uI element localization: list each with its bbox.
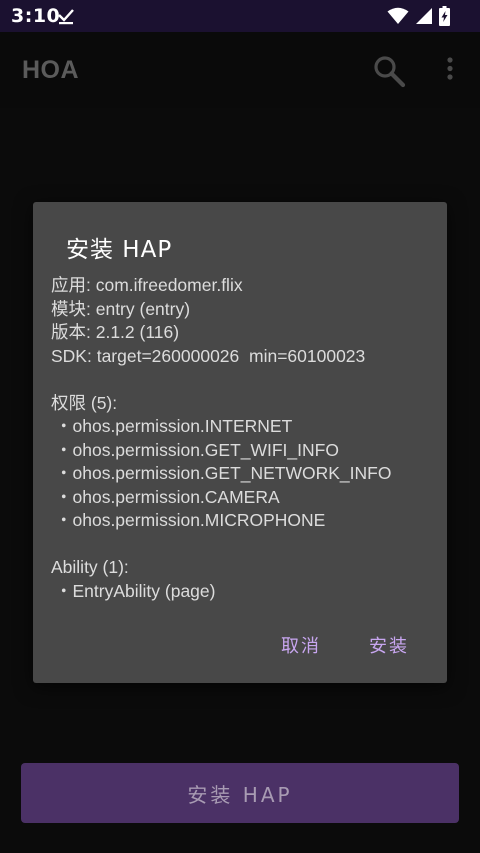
version-info: 版本: 2.1.2 (116)	[51, 322, 180, 342]
permission-item: ・ohos.permission.GET_NETWORK_INFO	[55, 463, 392, 483]
install-hap-button[interactable]: 安装 HAP	[21, 763, 459, 823]
wifi-icon	[387, 7, 409, 24]
status-icons	[387, 6, 450, 26]
more-vertical-icon[interactable]	[441, 54, 459, 88]
install-dialog: 安装 HAP 应用: com.ifreedomer.flix 模块: entry…	[33, 202, 447, 683]
screen: 3:10 HOA 安装 HAP 安装 HAP 应用: com.ifreedome…	[0, 0, 480, 853]
permission-item: ・ohos.permission.CAMERA	[55, 486, 280, 507]
dialog-title: 安装 HAP	[66, 237, 173, 263]
dialog-actions: 取消 安装	[281, 632, 409, 658]
signal-icon	[416, 8, 432, 24]
install-button[interactable]: 安装	[369, 632, 409, 658]
search-icon[interactable]	[372, 54, 406, 88]
battery-charging-icon	[439, 6, 450, 26]
sdk-info: SDK: target=260000026 min=60100023	[51, 345, 366, 366]
dialog-body: 应用: com.ifreedomer.flix 模块: entry (entry…	[51, 274, 441, 603]
status-time: 3:10	[11, 5, 61, 27]
install-hap-button-label: 安装 HAP	[187, 782, 293, 807]
download-done-icon	[58, 9, 74, 25]
status-bar: 3:10	[0, 0, 480, 32]
app-info: 应用: com.ifreedomer.flix	[51, 275, 243, 295]
module-info: 模块: entry (entry)	[51, 298, 191, 319]
app-title: HOA	[22, 56, 80, 84]
cancel-button[interactable]: 取消	[281, 632, 321, 658]
permission-item: ・ohos.permission.INTERNET	[55, 416, 293, 436]
permission-item: ・ohos.permission.GET_WIFI_INFO	[55, 439, 339, 460]
ability-header: Ability (1):	[51, 557, 129, 577]
app-bar: HOA	[0, 32, 480, 108]
permissions-header: 权限 (5):	[51, 392, 118, 413]
permission-item: ・ohos.permission.MICROPHONE	[55, 510, 326, 530]
ability-item: ・EntryAbility (page)	[55, 580, 216, 601]
